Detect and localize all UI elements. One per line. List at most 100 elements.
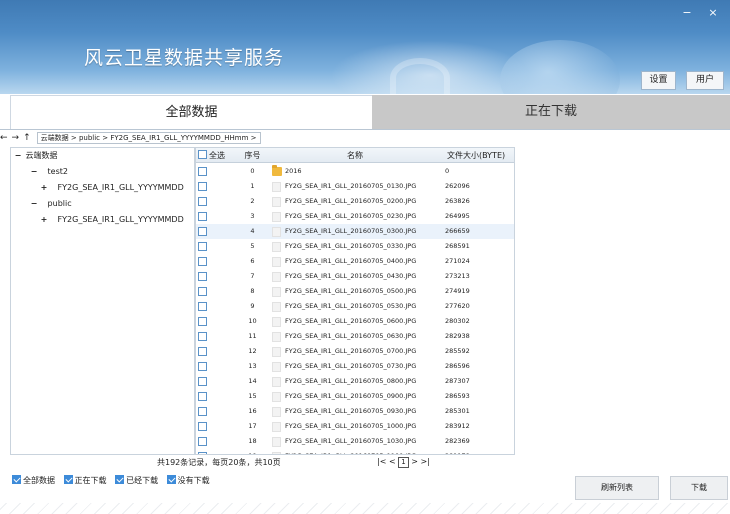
table-row[interactable]: 7 FY2G_SEA_IR1_GLL_20160705_0430.JPG 27321… — [196, 269, 514, 284]
last-page-button[interactable]: >| — [420, 457, 429, 466]
row-checkbox[interactable] — [198, 272, 207, 281]
file-icon — [272, 287, 281, 297]
row-checkbox[interactable] — [198, 362, 207, 371]
close-button[interactable]: × — [702, 6, 724, 22]
table-row[interactable]: 9 FY2G_SEA_IR1_GLL_20160705_0530.JPG 27762… — [196, 299, 514, 314]
row-checkbox[interactable] — [198, 167, 207, 176]
filter-downloading[interactable]: 正在下载 — [63, 475, 107, 485]
row-name-cell: FY2G_SEA_IR1_GLL_20160705_0630.JPG — [269, 329, 441, 344]
collapse-icon[interactable]: − — [13, 148, 23, 164]
table-row[interactable]: 14 FY2G_SEA_IR1_GLL_20160705_0800.JPG 2873… — [196, 374, 514, 389]
filter-downloading-checkbox[interactable] — [63, 475, 73, 484]
status-filters: 全部数据 正在下载 已经下载 没有下载 — [12, 475, 216, 486]
table-row[interactable]: 12 FY2G_SEA_IR1_GLL_20160705_0700.JPG 2855… — [196, 344, 514, 359]
filter-all-data[interactable]: 全部数据 — [12, 475, 55, 485]
table-row[interactable]: 13 FY2G_SEA_IR1_GLL_20160705_0730.JPG 2865… — [196, 359, 514, 374]
user-button[interactable]: 用户 — [686, 71, 724, 90]
row-checkbox[interactable] — [198, 257, 207, 266]
tab-all-data[interactable]: 全部数据 — [10, 95, 372, 129]
row-index: 8 — [250, 287, 255, 295]
row-checkbox[interactable] — [198, 302, 207, 311]
row-checkbox[interactable] — [198, 392, 207, 401]
table-row[interactable]: 0 2016 0 — [196, 164, 514, 179]
column-header-name[interactable]: 名称 — [269, 148, 441, 163]
collapse-icon[interactable]: − — [29, 196, 39, 212]
table-row[interactable]: 5 FY2G_SEA_IR1_GLL_20160705_0330.JPG 26859… — [196, 239, 514, 254]
row-index: 4 — [250, 227, 255, 235]
row-checkbox[interactable] — [198, 227, 207, 236]
row-checkbox[interactable] — [198, 287, 207, 296]
row-checkbox[interactable] — [198, 197, 207, 206]
table-row[interactable]: 2 FY2G_SEA_IR1_GLL_20160705_0200.JPG 26382… — [196, 194, 514, 209]
table-row[interactable]: 3 FY2G_SEA_IR1_GLL_20160705_0230.JPG 26499… — [196, 209, 514, 224]
up-arrow-icon[interactable]: ↑ — [23, 131, 31, 146]
row-name-cell: FY2G_SEA_IR1_GLL_20160705_0400.JPG — [269, 254, 441, 269]
table-row[interactable]: 15 FY2G_SEA_IR1_GLL_20160705_0900.JPG 2865… — [196, 389, 514, 404]
satellite-dish-graphic — [390, 58, 450, 94]
column-header-size[interactable]: 文件大小(BYTE) — [441, 148, 514, 163]
first-page-button[interactable]: |< — [377, 457, 386, 466]
table-row[interactable]: 6 FY2G_SEA_IR1_GLL_20160705_0400.JPG 27102… — [196, 254, 514, 269]
row-checkbox[interactable] — [198, 422, 207, 431]
collapse-icon[interactable]: − — [29, 164, 39, 180]
row-size: 283912 — [445, 422, 470, 430]
select-all[interactable]: 全选 — [196, 148, 236, 163]
row-checkbox[interactable] — [198, 437, 207, 446]
table-row[interactable]: 10 FY2G_SEA_IR1_GLL_20160705_0600.JPG 2803… — [196, 314, 514, 329]
table-row[interactable]: 17 FY2G_SEA_IR1_GLL_20160705_1000.JPG 2839… — [196, 419, 514, 434]
table-row[interactable]: 16 FY2G_SEA_IR1_GLL_20160705_0930.JPG 2853… — [196, 404, 514, 419]
select-all-checkbox[interactable] — [198, 150, 207, 159]
row-checkbox[interactable] — [198, 407, 207, 416]
download-button[interactable]: 下载 — [670, 476, 728, 500]
row-checkbox-cell — [196, 449, 236, 454]
tree-item-public-folder[interactable]: + FY2G_SEA_IR1_GLL_YYYYMMDD — [39, 212, 184, 228]
row-name-cell: FY2G_SEA_IR1_GLL_20160705_0800.JPG — [269, 374, 441, 389]
filter-downloaded-checkbox[interactable] — [115, 475, 125, 484]
file-icon — [272, 227, 281, 237]
row-checkbox[interactable] — [198, 212, 207, 221]
forward-arrow-icon[interactable]: → — [12, 131, 20, 146]
prev-page-button[interactable]: < — [389, 457, 396, 466]
select-all-label: 全选 — [209, 151, 225, 160]
table-row[interactable]: 4 FY2G_SEA_IR1_GLL_20160705_0300.JPG 26665… — [196, 224, 514, 239]
table-row[interactable]: 8 FY2G_SEA_IR1_GLL_20160705_0500.JPG 27491… — [196, 284, 514, 299]
next-page-button[interactable]: > — [411, 457, 418, 466]
app-title: 风云卫星数据共享服务 — [84, 47, 285, 69]
tree-root[interactable]: − 云端数据 — [13, 148, 58, 164]
file-icon — [272, 392, 281, 402]
filter-not-downloaded-checkbox[interactable] — [166, 475, 176, 484]
settings-button[interactable]: 设置 — [641, 71, 676, 90]
minimize-button[interactable]: − — [676, 6, 698, 22]
row-index: 3 — [250, 212, 255, 220]
table-row[interactable]: 19 FY2G_SEA_IR1_GLL_20160705_1100.JPG 2811… — [196, 449, 514, 454]
row-checkbox[interactable] — [198, 452, 207, 454]
tab-downloading[interactable]: 正在下载 — [372, 95, 730, 129]
row-checkbox[interactable] — [198, 377, 207, 386]
row-checkbox[interactable] — [198, 332, 207, 341]
row-checkbox[interactable] — [198, 182, 207, 191]
file-icon — [272, 407, 281, 417]
row-checkbox[interactable] — [198, 317, 207, 326]
expand-icon[interactable]: + — [39, 180, 49, 196]
file-table: 全选 序号 名称 文件大小(BYTE) 0 2016 0 1 FY2G_SEA_IR1_… — [195, 147, 515, 455]
current-page-input[interactable]: 1 — [398, 457, 409, 468]
breadcrumb[interactable]: 云端数据 > public > FY2G_SEA_IR1_GLL_YYYYMMD… — [36, 132, 261, 144]
tree-item-public[interactable]: − public — [29, 196, 72, 212]
filter-not-downloaded[interactable]: 没有下载 — [166, 475, 210, 485]
filter-downloaded[interactable]: 已经下载 — [115, 475, 158, 485]
expand-icon[interactable]: + — [39, 212, 49, 228]
refresh-list-button[interactable]: 刷新列表 — [575, 476, 659, 500]
folder-tree[interactable]: − 云端数据 − test2 + FY2G_SEA_IR1_GLL_YYYYMM… — [10, 147, 195, 455]
table-row[interactable]: 1 FY2G_SEA_IR1_GLL_20160705_0130.JPG 26209… — [196, 179, 514, 194]
table-row[interactable]: 18 FY2G_SEA_IR1_GLL_20160705_1030.JPG 2823… — [196, 434, 514, 449]
filter-all-data-checkbox[interactable] — [12, 475, 21, 484]
tree-item-test2-folder[interactable]: + FY2G_SEA_IR1_GLL_YYYYMMDD — [39, 180, 184, 196]
row-index: 9 — [250, 302, 255, 310]
row-checkbox[interactable] — [198, 347, 207, 356]
column-header-index[interactable]: 序号 — [236, 148, 269, 163]
back-arrow-icon[interactable]: ← — [0, 131, 8, 146]
tree-item-test2[interactable]: − test2 — [29, 164, 68, 180]
row-size: 285301 — [445, 407, 470, 415]
table-row[interactable]: 11 FY2G_SEA_IR1_GLL_20160705_0630.JPG 2829… — [196, 329, 514, 344]
row-checkbox[interactable] — [198, 242, 207, 251]
